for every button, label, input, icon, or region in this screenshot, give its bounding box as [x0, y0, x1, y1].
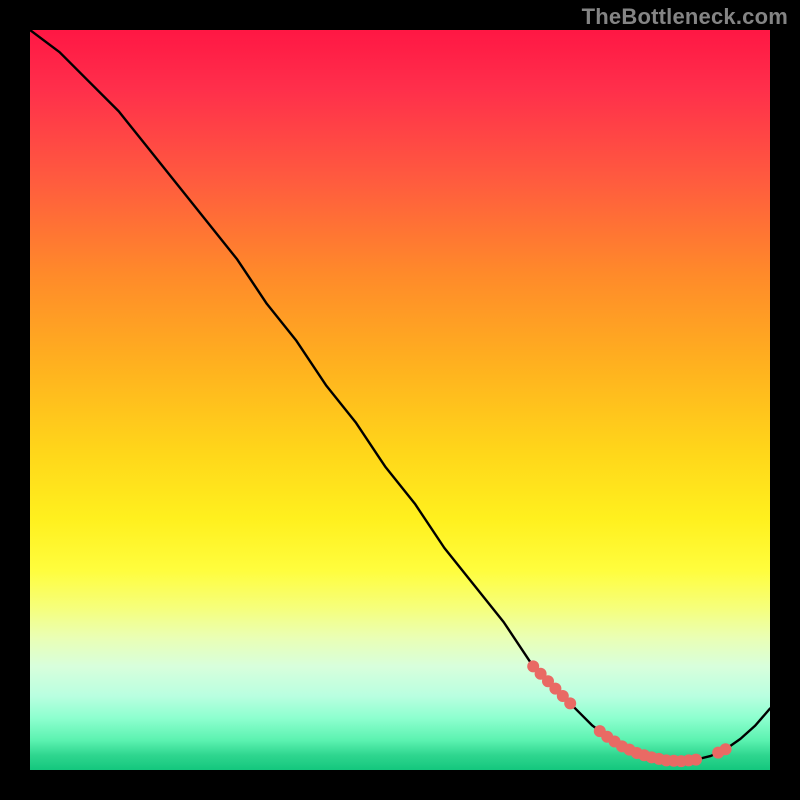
- bottleneck-curve: [30, 30, 770, 761]
- plot-area: [30, 30, 770, 770]
- highlight-dots: [527, 660, 731, 767]
- highlight-dot: [720, 743, 732, 755]
- highlight-dot: [564, 697, 576, 709]
- curve-layer: [30, 30, 770, 770]
- highlight-dot: [690, 754, 702, 766]
- chart-frame: TheBottleneck.com: [0, 0, 800, 800]
- watermark-text: TheBottleneck.com: [582, 4, 788, 30]
